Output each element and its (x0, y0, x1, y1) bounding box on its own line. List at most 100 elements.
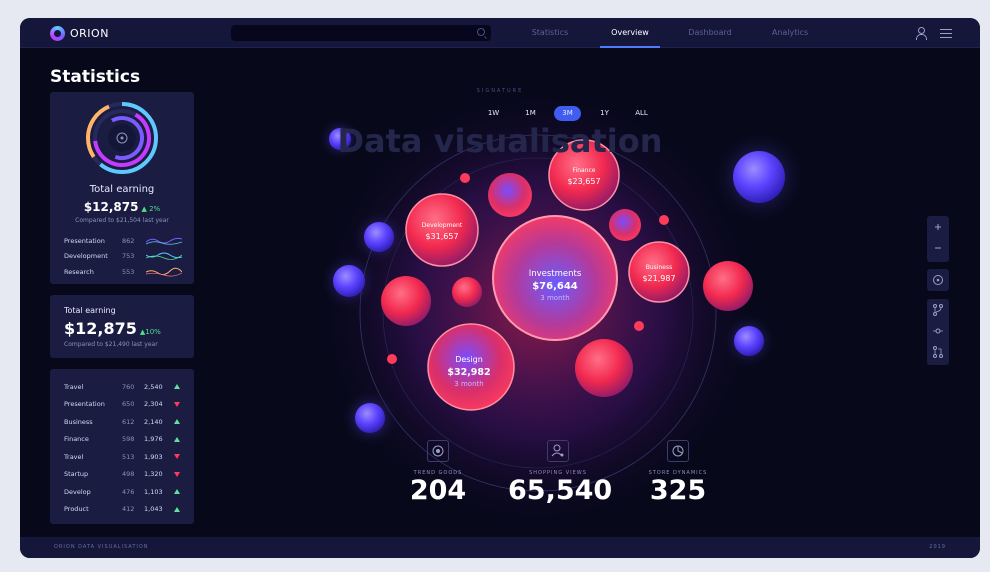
orb[interactable] (734, 326, 764, 356)
row-total: 1,320 (144, 470, 163, 479)
range-3m[interactable]: 3M (554, 106, 581, 121)
zoom-controls (927, 216, 949, 262)
list-item[interactable]: Development 753 (64, 249, 182, 265)
bubble-business[interactable] (628, 241, 690, 303)
search-icon[interactable] (477, 28, 485, 36)
table-row[interactable]: Product 412 1,043 (64, 501, 184, 519)
earning-donut-chart (86, 102, 158, 174)
bubble-design[interactable] (427, 323, 515, 411)
tab-overview[interactable]: Overview (590, 18, 670, 48)
bubble[interactable] (452, 277, 482, 307)
range-1y[interactable]: 1Y (591, 106, 618, 121)
bubble-sub-investments: 3 month (540, 294, 569, 302)
table-row[interactable]: Startup 498 1,320 (64, 466, 184, 484)
row-count: 650 (122, 400, 135, 409)
stat-store-dynamics: STORE DYNAMICS 325 (628, 440, 728, 506)
earning-card-2: Total earning $12,875 ▲10% Compared to $2… (50, 295, 194, 358)
zoom-in-icon[interactable] (927, 216, 949, 237)
target-icon[interactable] (927, 269, 949, 290)
row-count: 760 (122, 382, 135, 391)
range-1m[interactable]: 1M (517, 106, 544, 121)
list-item[interactable]: Presentation 862 (64, 233, 182, 249)
footer-year: 2019 (929, 544, 946, 550)
tab-statistics[interactable]: Statistics (510, 18, 590, 48)
dot (387, 354, 397, 364)
zoom-out-icon[interactable] (927, 237, 949, 258)
bubble-label-investments: Investments (529, 269, 582, 279)
earning-value-row: $12,875 ▲ 2% (50, 200, 194, 214)
row-name: Development (64, 252, 108, 261)
table-row[interactable]: Business 612 2,140 (64, 413, 184, 431)
pie-chart-icon[interactable] (667, 440, 689, 462)
table-row[interactable]: Presentation 650 2,304 (64, 396, 184, 414)
bubble[interactable] (609, 209, 641, 241)
row-name: Travel (64, 452, 84, 461)
bubble[interactable] (488, 173, 532, 217)
list-item[interactable]: Research 553 (64, 264, 182, 280)
sparkline (146, 267, 182, 277)
bubble-development[interactable] (405, 193, 479, 267)
earning-label: Total earning (89, 184, 155, 195)
row-name: Research (64, 267, 94, 276)
nav-tabs: Statistics Overview Dashboard Analytics (510, 18, 830, 48)
dot (460, 173, 470, 183)
earning-note: Compared to $21,490 last year (64, 341, 158, 348)
trend-up-icon (174, 436, 180, 442)
row-count: 612 (122, 417, 135, 426)
table-row[interactable]: Finance 598 1,976 (64, 431, 184, 449)
row-total: 2,540 (144, 382, 163, 391)
row-total: 1,103 (144, 487, 163, 496)
earning-card: Total earning $12,875 ▲ 2% Compared to $2… (50, 92, 194, 284)
row-total: 2,304 (144, 400, 163, 409)
bubble[interactable] (703, 261, 753, 311)
row-name: Presentation (64, 236, 105, 245)
orb[interactable] (333, 265, 365, 297)
range-all[interactable]: ALL (628, 106, 655, 121)
sparkline (146, 237, 182, 245)
logo[interactable]: ORION (50, 26, 109, 41)
app-name: ORION (70, 27, 109, 40)
orb[interactable] (364, 222, 394, 252)
user-icon[interactable] (915, 27, 927, 40)
earning-value: $12,875 (64, 319, 137, 338)
bubble-value-design: $32,982 (447, 367, 490, 378)
row-count: 598 (122, 435, 135, 444)
bubble-value-finance: $23,657 (567, 177, 600, 186)
tab-analytics[interactable]: Analytics (750, 18, 830, 48)
user-view-icon[interactable] (547, 440, 569, 462)
table-row[interactable]: Travel 760 2,540 (64, 378, 184, 396)
bubble-label-business: Business (646, 264, 672, 271)
bubble-label-finance: Finance (573, 167, 596, 174)
orb-glow (340, 388, 400, 448)
row-total: 1,903 (144, 452, 163, 461)
commit-icon[interactable] (927, 320, 949, 341)
row-name: Startup (64, 470, 89, 479)
bubble[interactable] (381, 276, 431, 326)
bubble[interactable] (575, 339, 633, 397)
earning-value-row: $12,875 ▲10% (64, 319, 161, 338)
graph-tools (927, 299, 949, 365)
category-list-card: Travel 760 2,540 Presentation 650 2,304 Busine… (50, 369, 194, 524)
search-input[interactable] (231, 25, 491, 41)
row-name: Travel (64, 382, 84, 391)
target-icon[interactable] (427, 440, 449, 462)
table-row[interactable]: Travel 513 1,903 (64, 448, 184, 466)
branch-icon[interactable] (927, 299, 949, 320)
trend-down-icon (174, 471, 180, 477)
bubble-investments[interactable] (492, 215, 618, 341)
merge-icon[interactable] (927, 341, 949, 362)
recenter-control (927, 269, 949, 291)
orb[interactable] (355, 403, 385, 433)
row-count: 498 (122, 470, 135, 479)
row-total: 2,140 (144, 417, 163, 426)
footer-brand: ORION DATA VISUALISATION (54, 544, 149, 550)
earning-note: Compared to $21,504 last year (75, 217, 169, 224)
settings-sliders-icon[interactable] (940, 27, 952, 39)
row-total: 1,043 (144, 505, 163, 514)
orb-glow (351, 209, 407, 265)
range-1w[interactable]: 1W (480, 106, 507, 121)
tab-dashboard[interactable]: Dashboard (670, 18, 750, 48)
bubble-label-development: Development (422, 222, 463, 229)
table-row[interactable]: Develop 476 1,103 (64, 483, 184, 501)
row-name: Finance (64, 435, 89, 444)
